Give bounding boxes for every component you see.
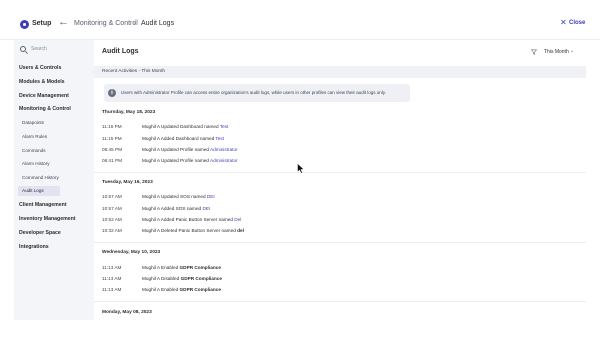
close-button[interactable]: Close (569, 20, 585, 26)
date-heading: Wednesday, May 10, 2023 (102, 250, 161, 255)
log-entry: Mughil A Enabled GDPR Compliance (142, 287, 221, 292)
sidebar-item-commands[interactable]: Commands (22, 148, 46, 153)
top-header: Setup ← Monitoring & Control / Audit Log… (0, 0, 600, 40)
log-time: 11:16 PM (102, 124, 122, 129)
log-entry: Mughil A Updated Profile named Administr… (142, 147, 238, 152)
log-entry: Mughil A Added Dashboard named Test (142, 136, 225, 141)
sidebar-item-alarm-rules[interactable]: Alarm Rules (22, 134, 47, 139)
log-entry: Mughil A Updated Profile named Administr… (142, 158, 238, 163)
search-placeholder[interactable]: Search (31, 46, 47, 52)
close-icon[interactable]: ✕ (560, 19, 567, 27)
app-title: Setup (32, 20, 52, 27)
sidebar-item-command-history[interactable]: Command History (22, 175, 59, 180)
date-heading: Monday, May 08, 2023 (102, 310, 152, 315)
section-header: Recent Activities - This Month (94, 66, 586, 78)
log-time: 06:41 PM (102, 158, 123, 163)
log-entry: Mughil A Disabled GDPR Compliance (142, 276, 222, 281)
group-divider (94, 172, 586, 173)
log-target-link[interactable]: Administrator (210, 158, 238, 163)
log-entry: Mughil A Added SOS named DEI (142, 206, 211, 211)
log-target-link[interactable]: DEI (202, 206, 210, 211)
sidebar-item-datapoints[interactable]: Datapoints (22, 120, 44, 125)
sidebar-item-inventory-management[interactable]: Inventory Management (19, 216, 76, 222)
main-content: Audit Logs This Month ⌄ Recent Activitie… (94, 40, 586, 320)
log-entry: Mughil A Updated Dashboard named Test (142, 124, 229, 129)
group-divider (94, 242, 586, 243)
info-banner: i Users with Administrator Profile can a… (104, 84, 410, 102)
sidebar-item-audit-logs[interactable]: Audit Logs (18, 186, 60, 196)
log-entry: Mughil A Added Panic Button Server named… (142, 217, 242, 222)
log-time: 10:32 AM (102, 228, 122, 233)
date-heading: Thursday, May 18, 2023 (102, 110, 156, 115)
log-target-bold: del (237, 228, 244, 233)
log-time: 10:52 AM (102, 217, 122, 222)
date-heading: Tuesday, May 16, 2023 (102, 180, 153, 185)
arrow-left-icon[interactable]: ← (58, 17, 69, 28)
mouse-cursor-icon (297, 163, 305, 174)
log-entry: Mughil A Enabled GDPR Compliance (142, 265, 221, 270)
filter-icon[interactable] (531, 49, 537, 55)
log-time: 10:57 AM (102, 194, 122, 199)
log-target-link[interactable]: Del (234, 217, 241, 222)
info-text: Users with Administrator Profile can acc… (121, 90, 386, 95)
page-title: Audit Logs (102, 48, 139, 55)
period-dropdown[interactable]: This Month (544, 49, 569, 55)
log-target-bold: GDPR Compliance (180, 276, 222, 281)
log-target-link[interactable]: Test (215, 136, 224, 141)
search-icon (20, 46, 26, 52)
log-time: 11:13 AM (102, 276, 122, 281)
log-time: 11:15 PM (102, 136, 122, 141)
breadcrumb-monitoring[interactable]: Monitoring & Control (74, 20, 138, 27)
log-time: 10:57 AM (102, 206, 122, 211)
gear-icon (20, 20, 29, 29)
sidebar-item-developer-space[interactable]: Developer Space (19, 230, 61, 236)
log-target-link[interactable]: Administrator (210, 147, 238, 152)
group-divider (94, 301, 586, 302)
sidebar-item-monitoring-control[interactable]: Monitoring & Control (19, 106, 71, 112)
chevron-down-icon[interactable]: ⌄ (570, 48, 574, 54)
log-time: 06:45 PM (102, 147, 123, 152)
breadcrumb-separator: / (134, 20, 136, 27)
sidebar-item-users-controls[interactable]: Users & Controls (19, 65, 61, 71)
sidebar-item-alarm-history[interactable]: Alarm History (22, 161, 50, 166)
section-label: Recent Activities - This Month (102, 69, 166, 74)
sidebar: Search Users & Controls Modules & Models… (14, 40, 94, 320)
log-entry: Mughil A Deleted Panic Button Server nam… (142, 228, 244, 233)
search-input[interactable]: Search (18, 43, 90, 55)
sidebar-item-integrations[interactable]: Integrations (19, 244, 49, 250)
sidebar-item-client-management[interactable]: Client Management (19, 202, 67, 208)
log-target-link[interactable]: Test (220, 124, 229, 129)
log-target-bold: GDPR Compliance (179, 287, 221, 292)
log-time: 11:13 AM (102, 287, 122, 292)
sidebar-item-modules-models[interactable]: Modules & Models (19, 79, 65, 85)
log-target-bold: GDPR Compliance (179, 265, 221, 270)
log-entry: Mughil A Updated SOS named DEI (142, 194, 215, 199)
log-time: 11:13 AM (102, 265, 122, 270)
info-icon: i (108, 89, 116, 97)
breadcrumb-current: Audit Logs (141, 20, 175, 27)
log-target-link[interactable]: DEI (207, 194, 215, 199)
sidebar-item-device-management[interactable]: Device Management (19, 93, 69, 99)
